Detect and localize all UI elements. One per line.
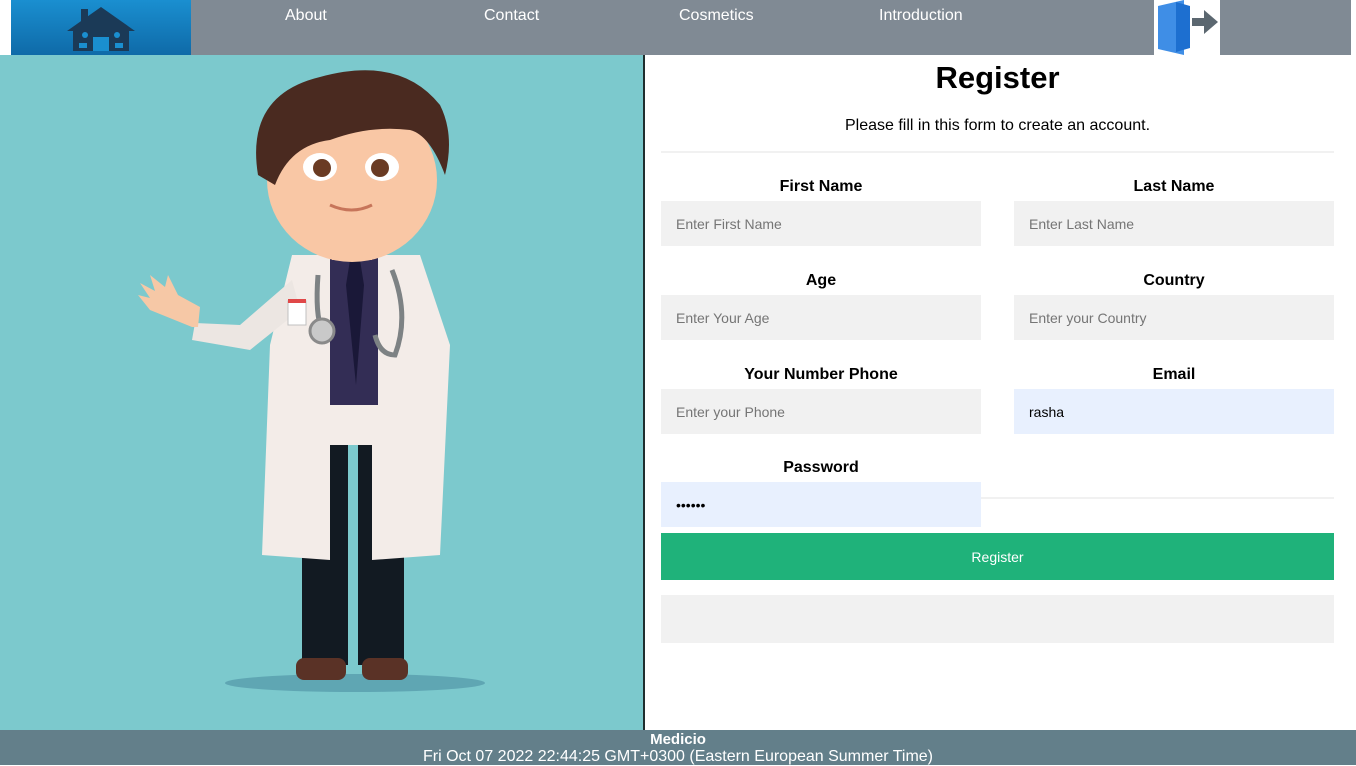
email-input[interactable]: [1014, 389, 1334, 434]
phone-label: Your Number Phone: [744, 366, 898, 383]
footer-brand: Medicio: [650, 731, 706, 748]
footer-datetime: Fri Oct 07 2022 22:44:25 GMT+0300 (Easte…: [422, 748, 934, 765]
nav-link-about[interactable]: About: [285, 7, 327, 25]
age-input[interactable]: [661, 295, 981, 340]
age-label: Age: [805, 272, 837, 289]
last-name-label: Last Name: [1133, 178, 1215, 195]
footer: Medicio Fri Oct 07 2022 22:44:25 GMT+030…: [0, 730, 1356, 765]
country-input[interactable]: [1014, 295, 1334, 340]
register-form: Register Please fill in this form to cre…: [645, 55, 1356, 730]
doctor-illustration: [138, 70, 485, 692]
password-label: Password: [783, 459, 859, 476]
nav-link-introduction[interactable]: Introduction: [879, 7, 963, 25]
country-label: Country: [1143, 272, 1205, 289]
logout-button[interactable]: [1154, 0, 1220, 55]
signin-container: [661, 595, 1334, 643]
phone-input[interactable]: [661, 389, 981, 434]
doctor-illustration-panel: [0, 55, 643, 730]
logout-icon: [1158, 0, 1218, 55]
navbar: About Contact Cosmetics Introduction: [0, 0, 1356, 55]
first-name-label: First Name: [779, 178, 863, 195]
form-divider-bottom: [981, 497, 1334, 499]
password-input[interactable]: [661, 482, 981, 527]
nav-link-cosmetics[interactable]: Cosmetics: [679, 7, 754, 25]
nav-link-contact[interactable]: Contact: [484, 7, 539, 25]
email-label: Email: [1152, 366, 1196, 383]
form-divider-top: [661, 151, 1334, 153]
first-name-input[interactable]: [661, 201, 981, 246]
last-name-input[interactable]: [1014, 201, 1334, 246]
home-logo[interactable]: [11, 0, 191, 55]
register-button[interactable]: Register: [661, 533, 1334, 580]
house-icon: [67, 6, 135, 51]
form-subtitle: Please fill in this form to create an ac…: [844, 117, 1151, 134]
form-title: Register: [935, 60, 1060, 95]
